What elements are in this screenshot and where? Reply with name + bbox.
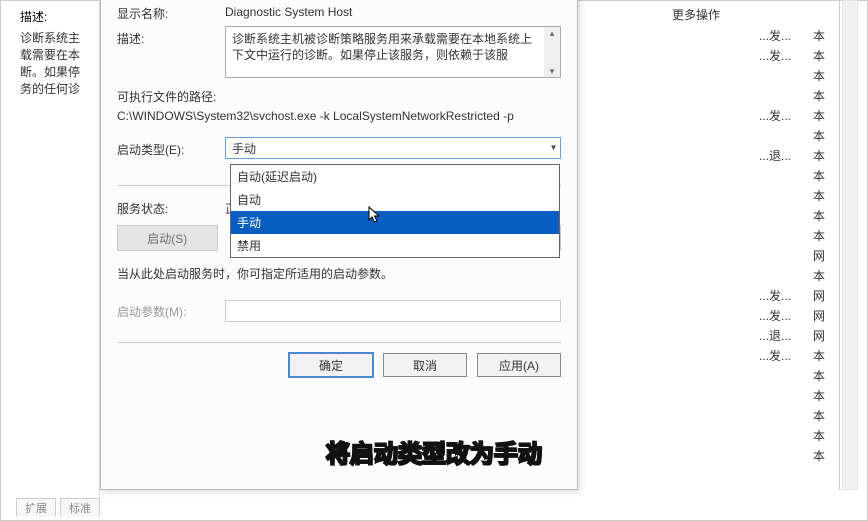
exe-path-label: 可执行文件的路径: bbox=[117, 88, 561, 105]
list-row[interactable]: 本 bbox=[610, 406, 839, 426]
scroll-up-icon[interactable] bbox=[544, 27, 560, 39]
status-label: 服务状态: bbox=[117, 196, 225, 217]
more-actions-label: 更多操作 bbox=[668, 4, 828, 25]
left-desc-line: 载需要在本 bbox=[20, 46, 95, 63]
startup-type-selected: 手动 bbox=[232, 142, 256, 156]
list-row[interactable]: 网 bbox=[610, 246, 839, 266]
dropdown-option-auto[interactable]: 自动 bbox=[231, 188, 559, 211]
list-row[interactable]: 本 bbox=[610, 206, 839, 226]
scroll-down-icon[interactable] bbox=[544, 65, 560, 77]
list-row[interactable]: 本 bbox=[610, 166, 839, 186]
mouse-cursor-icon bbox=[368, 206, 382, 224]
startup-type-combobox[interactable]: 手动 ▾ bbox=[225, 137, 561, 159]
ok-button[interactable]: 确定 bbox=[289, 353, 373, 377]
list-row[interactable]: ...发...本 bbox=[610, 106, 839, 126]
vertical-scrollbar[interactable] bbox=[842, 0, 858, 490]
display-name-value: Diagnostic System Host bbox=[225, 1, 561, 19]
left-desc-line: 务的任何诊 bbox=[20, 80, 95, 97]
left-desc-line: 诊断系统主 bbox=[20, 29, 95, 46]
list-row[interactable]: ...发...本 bbox=[610, 346, 839, 366]
startup-note: 当从此处启动服务时，你可指定所适用的启动参数。 bbox=[117, 265, 561, 282]
dropdown-option-disabled[interactable]: 禁用 bbox=[231, 234, 559, 257]
list-row[interactable]: ...退...本 bbox=[610, 146, 839, 166]
list-row[interactable]: 本 bbox=[610, 366, 839, 386]
tab-standard[interactable]: 标准 bbox=[60, 498, 100, 517]
list-row[interactable]: 本 bbox=[610, 86, 839, 106]
dropdown-option-manual[interactable]: 手动 bbox=[231, 211, 559, 234]
start-parameters-label: 启动参数(M): bbox=[117, 303, 225, 320]
left-desc-header: 描述: bbox=[20, 8, 95, 25]
list-row[interactable]: 本 bbox=[610, 426, 839, 446]
list-row[interactable]: ...发...本 bbox=[610, 26, 839, 46]
list-row[interactable]: 本 bbox=[610, 226, 839, 246]
list-row[interactable]: ...退...网 bbox=[610, 326, 839, 346]
list-row[interactable]: 本 bbox=[610, 186, 839, 206]
chevron-down-icon: ▾ bbox=[551, 143, 556, 154]
tab-extended[interactable]: 扩展 bbox=[16, 498, 56, 517]
description-label: 描述: bbox=[117, 26, 225, 47]
left-desc-line: 断。如果停 bbox=[20, 63, 95, 80]
list-row[interactable]: ...发...网 bbox=[610, 306, 839, 326]
list-row[interactable]: ...发...本 bbox=[610, 46, 839, 66]
apply-button[interactable]: 应用(A) bbox=[477, 353, 561, 377]
left-description-pane: 描述: 诊断系统主 载需要在本 断。如果停 务的任何诊 bbox=[0, 0, 100, 500]
background-service-list: ...退...网...发...本...发...本本本...发...本本...退.… bbox=[610, 0, 840, 490]
list-row[interactable]: 本 bbox=[610, 446, 839, 466]
cancel-button[interactable]: 取消 bbox=[383, 353, 467, 377]
list-row[interactable]: 本 bbox=[610, 386, 839, 406]
startup-type-label: 启动类型(E): bbox=[117, 137, 225, 158]
list-row[interactable]: 本 bbox=[610, 66, 839, 86]
list-row[interactable]: 本 bbox=[610, 266, 839, 286]
start-button[interactable]: 启动(S) bbox=[117, 225, 218, 251]
description-text: 诊断系统主机被诊断策略服务用来承载需要在本地系统上下文中运行的诊断。如果停止该服… bbox=[232, 32, 532, 62]
description-scrollbar[interactable] bbox=[544, 27, 560, 77]
start-parameters-input[interactable] bbox=[225, 300, 561, 322]
list-row[interactable]: 本 bbox=[610, 126, 839, 146]
description-textbox[interactable]: 诊断系统主机被诊断策略服务用来承载需要在本地系统上下文中运行的诊断。如果停止该服… bbox=[225, 26, 561, 78]
display-name-label: 显示名称: bbox=[117, 1, 225, 22]
list-row[interactable]: ...发...网 bbox=[610, 286, 839, 306]
exe-path-value: C:\WINDOWS\System32\svchost.exe -k Local… bbox=[117, 109, 561, 123]
startup-type-dropdown[interactable]: 自动(延迟启动) 自动 手动 禁用 bbox=[230, 164, 560, 258]
dropdown-option-auto-delayed[interactable]: 自动(延迟启动) bbox=[231, 165, 559, 188]
bottom-tabs: 扩展 标准 bbox=[16, 498, 100, 517]
